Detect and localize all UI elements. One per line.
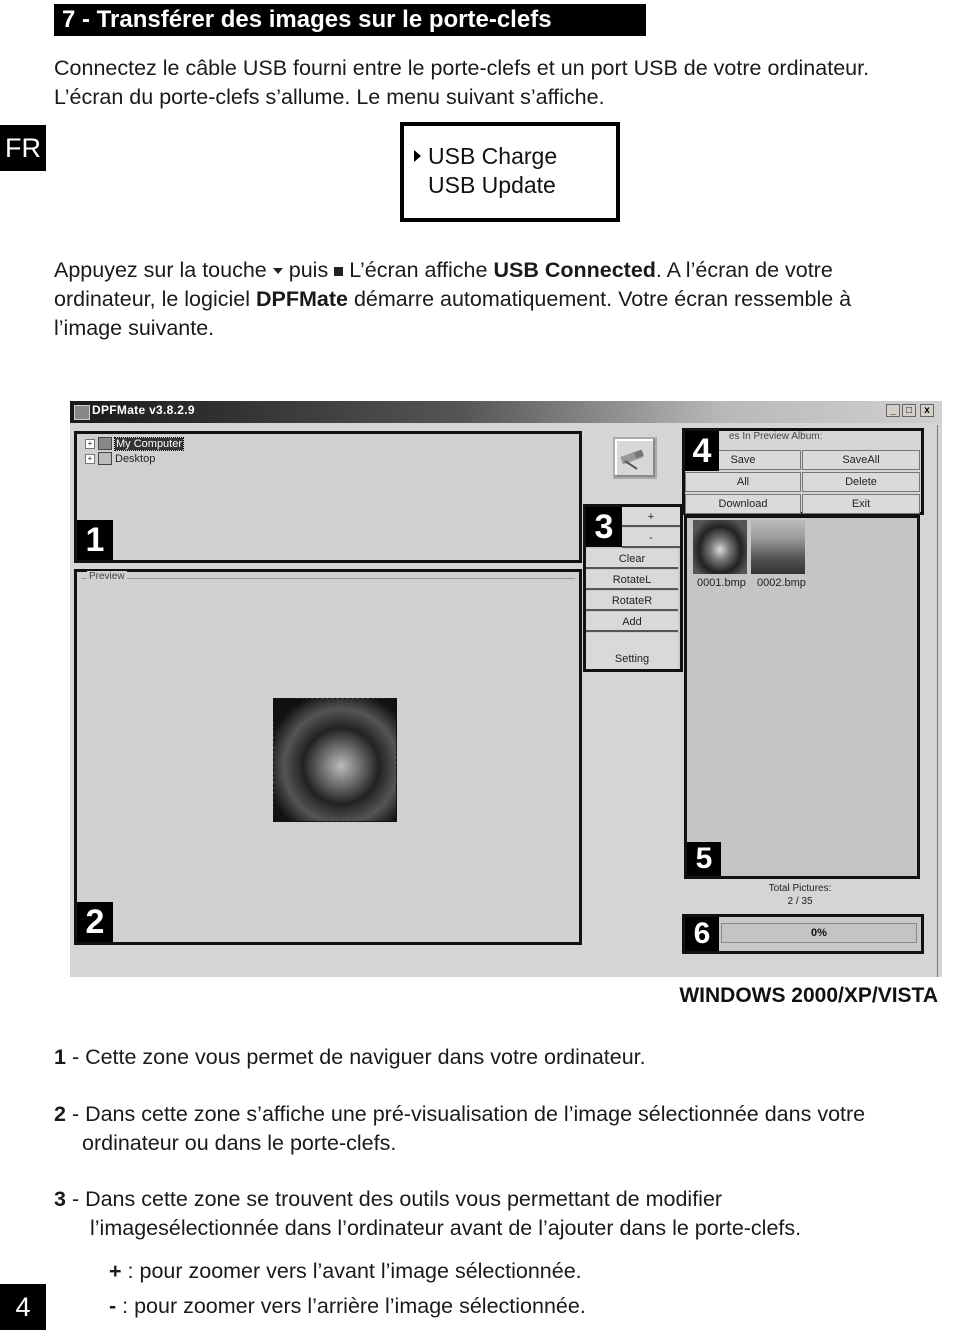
- zoom-in-description: + : pour zoomer vers l’avant l’image sél…: [109, 1257, 582, 1286]
- description-number: 1: [54, 1045, 66, 1069]
- text: l’image suivante.: [54, 316, 215, 340]
- description-text: - Dans cette zone s’affiche une pré-visu…: [65, 1102, 866, 1126]
- usb-icon: [620, 449, 644, 470]
- lcd-menu-item-label: USB Charge: [428, 143, 558, 169]
- selection-arrow-icon: [414, 150, 421, 162]
- zone-badge-1: 1: [77, 520, 113, 560]
- zone-badge-6: 6: [685, 917, 719, 951]
- title-bar: DPFMate v3.8.2.9 _ □ x: [70, 401, 942, 423]
- total-pictures-value: 2 / 35: [787, 896, 813, 907]
- tree-node-desktop[interactable]: + Desktop: [85, 451, 183, 466]
- lcd-menu-item: USB Update: [428, 171, 616, 200]
- lcd-menu-item-label: USB Update: [428, 172, 556, 198]
- language-tab: FR: [0, 125, 46, 171]
- folder-tree: + My Computer + Desktop: [85, 436, 185, 466]
- zoom-out-button[interactable]: -: [622, 528, 680, 548]
- zone-4-album-actions: es In Preview Album: Save SaveAll All De…: [682, 428, 924, 515]
- description-2: 2 - Dans cette zone s’affiche une pré-vi…: [54, 1100, 865, 1129]
- window-title: DPFMate v3.8.2.9: [92, 403, 195, 417]
- exit-button[interactable]: Exit: [802, 494, 920, 514]
- zone-6-progress: 0% 6: [682, 914, 924, 954]
- zone-badge-3: 3: [586, 507, 622, 547]
- expand-icon[interactable]: +: [85, 438, 95, 449]
- text: Appuyez sur la touche: [54, 258, 267, 282]
- instruction-paragraph: Appuyez sur la touche puis L’écran affiche…: [54, 256, 960, 343]
- save-all-button[interactable]: SaveAll: [802, 450, 920, 470]
- zone-badge-4: 4: [685, 431, 719, 471]
- thumbnail-filename[interactable]: 0002.bmp: [757, 577, 806, 589]
- thumbnail-filename[interactable]: 0001.bmp: [697, 577, 746, 589]
- delete-button[interactable]: Delete: [802, 472, 920, 492]
- text: puis: [288, 258, 329, 282]
- intro-line-1: Connectez le câble USB fourni entre le p…: [54, 56, 870, 80]
- text: . A l’écran de votre: [655, 258, 833, 282]
- description-3-continued: l’imagesélectionnée dans l’ordinateur av…: [90, 1216, 802, 1240]
- description-text: - Dans cette zone se trouvent des outils…: [65, 1187, 723, 1211]
- rotate-left-button[interactable]: RotateL: [586, 570, 678, 590]
- zone-1-file-browser: + My Computer + Desktop 1: [74, 431, 582, 563]
- intro-line-2: L’écran du porte-clefs s’allume. Le menu…: [54, 85, 605, 109]
- zone-3-tools: + - Clear RotateL RotateR Add Setting 3: [583, 504, 683, 672]
- groupbox-line: [81, 578, 575, 579]
- preview-image: [273, 698, 397, 822]
- progress-bar: 0%: [721, 923, 917, 943]
- tree-node-label[interactable]: Desktop: [115, 453, 155, 465]
- os-caption: WINDOWS 2000/XP/VISTA: [679, 984, 938, 1007]
- usb-connected-label: USB Connected: [493, 258, 656, 282]
- computer-icon: [98, 437, 112, 450]
- zoom-in-button[interactable]: +: [622, 507, 680, 527]
- add-button[interactable]: Add: [586, 612, 678, 632]
- dpfmate-window: DPFMate v3.8.2.9 _ □ x + My Computer + D…: [70, 401, 942, 977]
- page-number: 4: [0, 1284, 46, 1330]
- zone-2-preview: Preview 2: [74, 569, 582, 945]
- section-title: 7 - Transférer des images sur le porte-c…: [54, 4, 646, 36]
- zone-badge-2: 2: [77, 902, 113, 942]
- plus-symbol: +: [109, 1259, 122, 1283]
- lcd-menu: USB Charge USB Update: [400, 122, 620, 222]
- download-button[interactable]: Download: [685, 494, 801, 514]
- text: L’écran affiche: [349, 258, 488, 282]
- description-2-continued: ordinateur ou dans le porte-clefs.: [82, 1131, 397, 1155]
- close-button[interactable]: x: [920, 404, 934, 417]
- usb-device-button[interactable]: [613, 437, 657, 479]
- album-thumbnail-image[interactable]: [693, 520, 747, 574]
- select-all-button[interactable]: All: [685, 472, 801, 492]
- text: démarre automatiquement. Votre écran res…: [353, 287, 852, 311]
- app-icon: [74, 405, 90, 420]
- zone-5-album: 0001.bmp 0002.bmp 5: [684, 515, 920, 879]
- description-number: 2: [54, 1102, 66, 1126]
- tree-node-label[interactable]: My Computer: [113, 436, 185, 451]
- maximize-button[interactable]: □: [902, 404, 916, 417]
- expand-icon[interactable]: +: [85, 453, 95, 464]
- album-thumbnail-image[interactable]: [751, 520, 805, 574]
- text: ordinateur, le logiciel: [54, 287, 251, 311]
- software-name: DPFMate: [256, 287, 348, 311]
- description-number: 3: [54, 1187, 66, 1211]
- total-pictures: Total Pictures: 2 / 35: [750, 882, 850, 908]
- minimize-button[interactable]: _: [886, 404, 900, 417]
- description-1: 1 - Cette zone vous permet de naviguer d…: [54, 1043, 646, 1072]
- description-text: - Cette zone vous permet de naviguer dan…: [65, 1045, 646, 1069]
- setting-button[interactable]: Setting: [586, 649, 678, 669]
- zone-badge-5: 5: [687, 842, 721, 876]
- total-pictures-label: Total Pictures:: [768, 883, 832, 894]
- zoom-out-description: - : pour zoomer vers l’arrière l’image s…: [109, 1292, 586, 1321]
- lcd-menu-item: USB Charge: [414, 142, 616, 171]
- stop-key-icon: [334, 266, 344, 276]
- rotate-right-button[interactable]: RotateR: [586, 591, 678, 611]
- description-text: : pour zoomer vers l’arrière l’image sél…: [116, 1294, 586, 1318]
- album-group-label: es In Preview Album:: [727, 431, 825, 442]
- clear-button[interactable]: Clear: [586, 549, 678, 569]
- description-3: 3 - Dans cette zone se trouvent des outi…: [54, 1185, 722, 1214]
- tree-node-my-computer[interactable]: + My Computer: [85, 436, 185, 451]
- down-arrow-key-icon: [272, 268, 283, 275]
- description-text: : pour zoomer vers l’avant l’image sélec…: [121, 1259, 582, 1283]
- preview-label: Preview: [87, 571, 127, 582]
- window-edge: [937, 425, 938, 977]
- desktop-icon: [98, 452, 112, 465]
